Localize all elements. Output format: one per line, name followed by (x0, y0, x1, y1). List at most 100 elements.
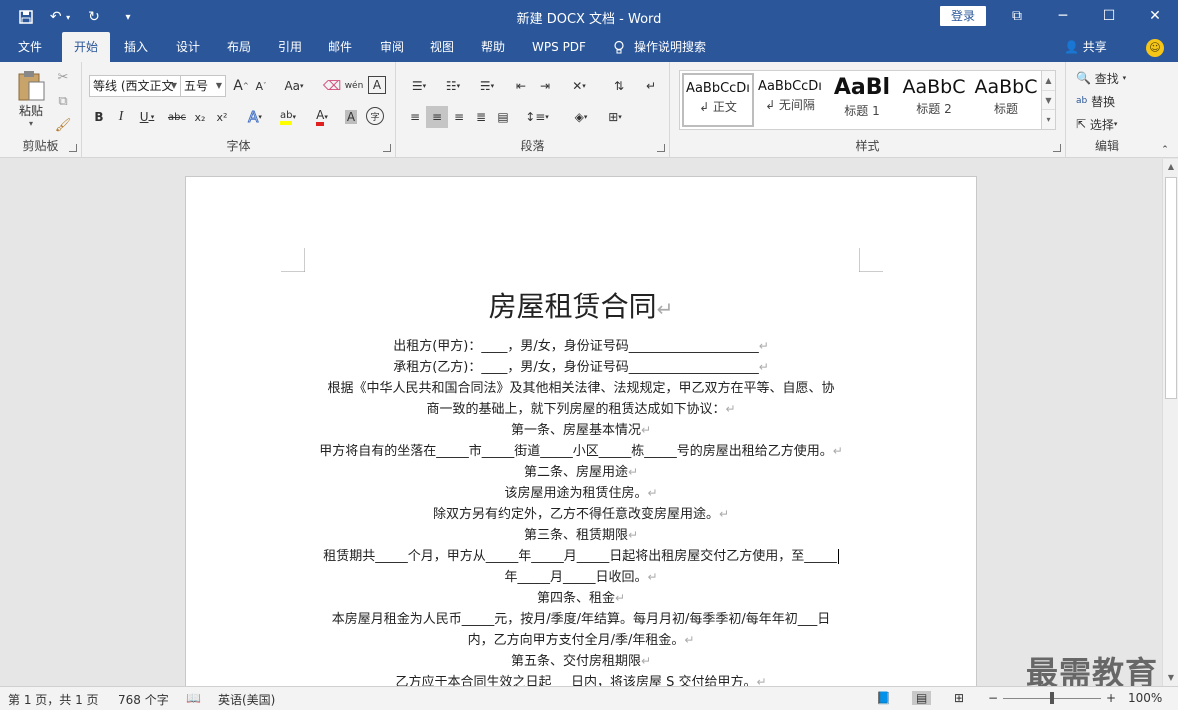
save-button[interactable] (12, 6, 40, 28)
grow-font-button[interactable]: A ^ (232, 76, 250, 96)
align-center-button[interactable]: ≡ (426, 106, 448, 128)
tab-references[interactable]: 引用 (268, 32, 312, 62)
zoom-out-icon[interactable]: − (988, 691, 998, 705)
paste-button[interactable]: 粘贴 ▾ (10, 66, 52, 132)
doc-paragraph[interactable]: 该房屋用途为租赁住房。↵ (186, 482, 976, 501)
collapse-ribbon-button[interactable]: ⌃ (1158, 144, 1172, 156)
style-normal[interactable]: AaBbCcDı ↲ 正文 (682, 73, 754, 127)
vertical-scrollbar[interactable]: ▲ ▼ (1162, 159, 1178, 686)
character-border-button[interactable]: A (368, 76, 386, 94)
doc-paragraph[interactable]: 乙方应于本合同生效之日起___日内，将该房屋 S 交付给甲方。↵ (186, 671, 976, 686)
enclose-characters-button[interactable]: 字 (366, 107, 384, 125)
web-layout-icon[interactable]: ⊞ (954, 691, 964, 705)
document-page[interactable]: 房屋租赁合同↵ 出租方(甲方)：____，男/女，身份证号码__________… (185, 176, 977, 686)
document-title[interactable]: 房屋租赁合同↵ (186, 285, 976, 325)
tab-design[interactable]: 设计 (166, 32, 210, 62)
cut-button[interactable]: ✂ (54, 68, 72, 86)
tab-layout[interactable]: 布局 (217, 32, 261, 62)
page-count[interactable]: 第 1 页，共 1 页 (8, 691, 99, 708)
style-title[interactable]: AaBbC 标题 (970, 73, 1042, 127)
styles-gallery-scroll[interactable]: ▲ ▼ ▾ (1041, 71, 1055, 129)
gallery-more-icon[interactable]: ▾ (1042, 109, 1055, 128)
proofing-icon[interactable]: 📖 (186, 691, 201, 705)
decrease-indent-button[interactable]: ⇤ (510, 76, 532, 96)
word-count[interactable]: 768 个字 (118, 691, 169, 708)
doc-heading[interactable]: 第一条、房屋基本情况↵ (186, 419, 976, 438)
numbering-button[interactable]: ☷ ▾ (438, 76, 468, 96)
doc-heading[interactable]: 第四条、租金↵ (186, 587, 976, 606)
print-layout-icon[interactable]: ▤ (912, 691, 932, 705)
shrink-font-button[interactable]: Aˇ (252, 76, 270, 96)
share-button[interactable]: 👤 共享 (1064, 32, 1107, 62)
justify-button[interactable]: ≣ (470, 106, 492, 128)
login-button[interactable]: 登录 (940, 6, 986, 26)
doc-paragraph[interactable]: 年_____月_____日收回。↵ (186, 566, 976, 585)
doc-heading[interactable]: 第二条、房屋用途↵ (186, 461, 976, 480)
strikethrough-button[interactable]: abc (166, 106, 188, 128)
italic-button[interactable]: I (112, 106, 130, 128)
change-case-button[interactable]: Aa ▾ (279, 76, 309, 96)
tab-help[interactable]: 帮助 (471, 32, 515, 62)
chinese-layout-button[interactable]: ✕ ▾ (564, 76, 594, 96)
doc-paragraph[interactable]: 根据《中华人民共和国合同法》及其他相关法律、法规规定，甲乙双方在平等、自愿、协 (186, 377, 976, 396)
superscript-button[interactable]: x² (212, 106, 232, 128)
doc-paragraph[interactable]: 甲方将自有的坐落在_____市_____街道_____小区_____栋_____… (186, 440, 976, 459)
doc-heading[interactable]: 第五条、交付房租期限↵ (186, 650, 976, 669)
doc-paragraph[interactable]: 本房屋月租金为人民币_____元，按月/季度/年结算。每月月初/每季季初/每年年… (186, 608, 976, 627)
align-right-button[interactable]: ≡ (448, 106, 470, 128)
style-heading-2[interactable]: AaBbC 标题 2 (898, 73, 970, 127)
style-heading-1[interactable]: AaBl 标题 1 (826, 73, 898, 127)
zoom-slider-thumb[interactable] (1050, 692, 1054, 704)
bold-button[interactable]: B (90, 106, 108, 128)
doc-paragraph[interactable]: 除双方另有约定外，乙方不得任意改变房屋用途。↵ (186, 503, 976, 522)
tab-insert[interactable]: 插入 (114, 32, 158, 62)
redo-button[interactable]: ↻ (80, 6, 108, 28)
feedback-smiley-icon[interactable]: ☺ (1146, 39, 1164, 57)
increase-indent-button[interactable]: ⇥ (534, 76, 556, 96)
doc-paragraph[interactable]: 商一致的基础上，就下列房屋的租赁达成如下协议：↵ (186, 398, 976, 417)
doc-paragraph[interactable]: 内，乙方向甲方支付全月/季/年租金。↵ (186, 629, 976, 648)
ribbon-display-options-button[interactable]: ⧉ (994, 0, 1040, 32)
distributed-button[interactable]: ▤ (492, 106, 514, 128)
tab-review[interactable]: 审阅 (370, 32, 414, 62)
bullets-button[interactable]: ☰ ▾ (404, 76, 434, 96)
scroll-down-icon[interactable]: ▼ (1163, 670, 1178, 686)
tab-file[interactable]: 文件 (8, 32, 52, 62)
style-no-spacing[interactable]: AaBbCcDı ↲ 无间隔 (754, 73, 826, 127)
clear-formatting-button[interactable]: ⌫ (323, 76, 341, 96)
font-launcher-icon[interactable] (383, 144, 391, 152)
multilevel-list-button[interactable]: ☴ ▾ (472, 76, 502, 96)
font-color-button[interactable]: A ▾ (308, 106, 336, 128)
select-button[interactable]: ⇱ 选择 ▾ (1076, 114, 1142, 134)
scrollbar-thumb[interactable] (1165, 177, 1177, 399)
chevron-down-icon[interactable]: ▼ (1042, 90, 1055, 109)
minimize-button[interactable]: ─ (1040, 0, 1086, 32)
show-marks-button[interactable]: ↵ (640, 76, 662, 96)
font-size-select[interactable]: 五号 ▼ (180, 75, 226, 97)
text-effects-button[interactable]: A ▾ (242, 106, 268, 128)
subscript-button[interactable]: x₂ (190, 106, 210, 128)
line-spacing-button[interactable]: ↕≡ ▾ (522, 106, 552, 128)
format-painter-button[interactable]: 🖌 (54, 116, 72, 134)
tab-home[interactable]: 开始 (62, 32, 110, 62)
close-button[interactable]: ✕ (1132, 0, 1178, 32)
doc-paragraph[interactable]: 租赁期共_____个月，甲方从_____年_____月_____日起将出租房屋交… (186, 545, 976, 564)
doc-paragraph[interactable]: 承租方(乙方)：____，男/女，身份证号码__________________… (186, 356, 976, 375)
character-shading-button[interactable]: A (342, 106, 360, 128)
read-mode-icon[interactable]: 📘 (876, 691, 891, 705)
find-button[interactable]: 🔍 查找 ▾ (1076, 68, 1142, 88)
phonetic-guide-button[interactable]: wén (344, 76, 364, 96)
undo-button[interactable]: ↶ ▾ (46, 6, 74, 28)
doc-paragraph[interactable]: 出租方(甲方)：____，男/女，身份证号码__________________… (186, 335, 976, 354)
replace-button[interactable]: ab 替换 (1076, 91, 1142, 111)
language-indicator[interactable]: 英语(美国) (218, 691, 275, 708)
borders-button[interactable]: ⊞ ▾ (600, 106, 630, 128)
paragraph-launcher-icon[interactable] (657, 144, 665, 152)
align-left-button[interactable]: ≡ (404, 106, 426, 128)
underline-button[interactable]: U ▾ (134, 106, 160, 128)
scroll-up-icon[interactable]: ▲ (1163, 159, 1178, 175)
tab-mailings[interactable]: 邮件 (318, 32, 362, 62)
tell-me-search[interactable]: 操作说明搜索 (634, 32, 720, 62)
doc-heading[interactable]: 第三条、租赁期限↵ (186, 524, 976, 543)
styles-launcher-icon[interactable] (1053, 144, 1061, 152)
